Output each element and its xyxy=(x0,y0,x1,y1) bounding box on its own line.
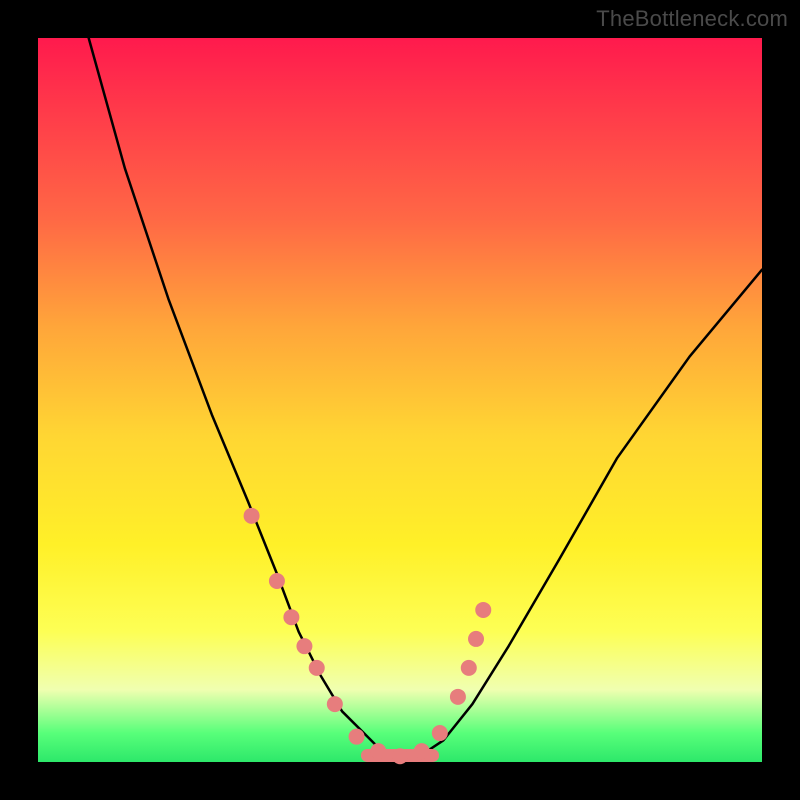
curve-curve-right xyxy=(407,270,762,759)
data-point xyxy=(349,729,365,745)
data-point xyxy=(450,689,466,705)
watermark-text: TheBottleneck.com xyxy=(596,6,788,32)
curve-curve-left xyxy=(89,38,408,758)
data-point xyxy=(468,631,484,647)
data-point xyxy=(283,609,299,625)
data-point xyxy=(244,508,260,524)
chart-svg xyxy=(38,38,762,762)
data-point xyxy=(370,743,386,759)
data-point xyxy=(309,660,325,676)
data-point xyxy=(475,602,491,618)
data-point xyxy=(269,573,285,589)
data-point xyxy=(432,725,448,741)
plot-area xyxy=(38,38,762,762)
data-point xyxy=(327,696,343,712)
data-point xyxy=(414,743,430,759)
chart-frame: TheBottleneck.com xyxy=(0,0,800,800)
data-point xyxy=(461,660,477,676)
data-point xyxy=(296,638,312,654)
data-point xyxy=(392,748,408,764)
